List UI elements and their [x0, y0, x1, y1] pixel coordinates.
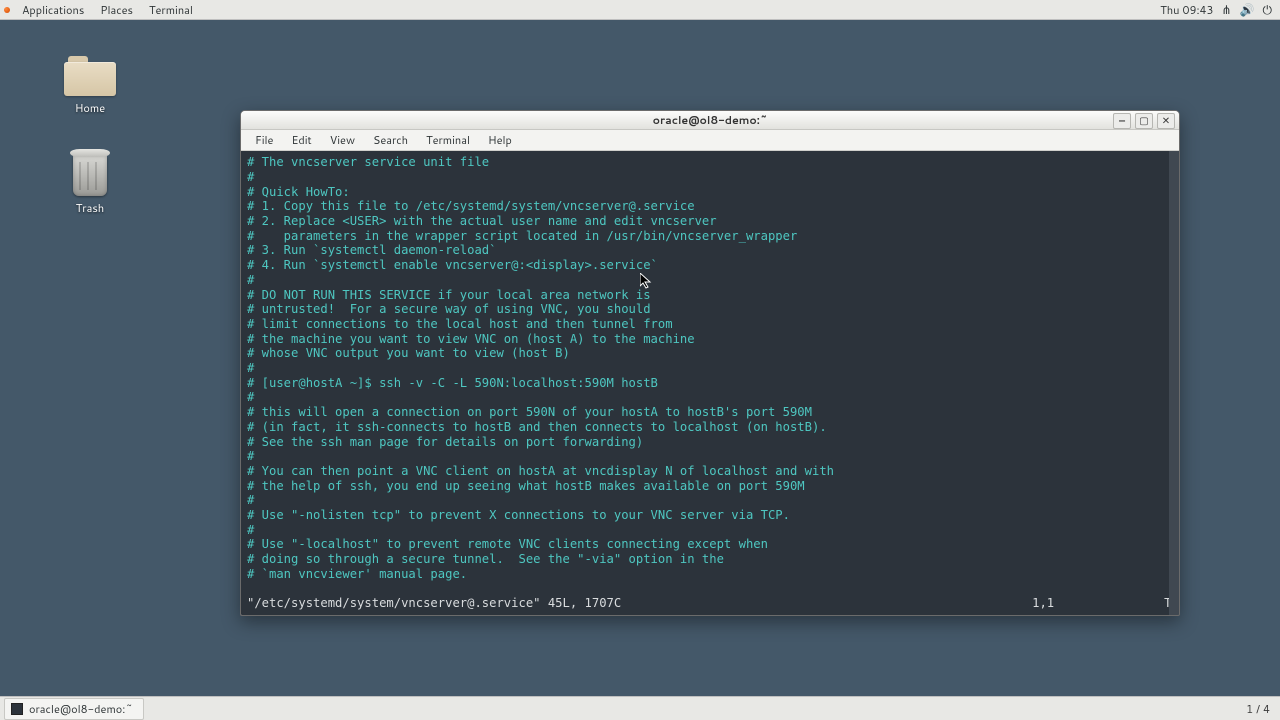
clock[interactable]: Thu 09:43	[1152, 2, 1221, 18]
window-title: oracle@ol8-demo:~	[653, 112, 768, 128]
maximize-button[interactable]: ▢	[1135, 113, 1153, 129]
workspace-indicator[interactable]: 1 / 4	[1240, 701, 1276, 717]
menubar: File Edit View Search Terminal Help	[241, 130, 1179, 151]
desktop-icon-label: Trash	[50, 200, 130, 216]
titlebar[interactable]: oracle@ol8-demo:~ – ▢ ✕	[241, 111, 1179, 130]
bottom-panel: oracle@ol8-demo:~ 1 / 4	[0, 696, 1280, 720]
menu-view[interactable]: View	[322, 130, 363, 150]
desktop-icon-trash[interactable]: Trash	[50, 156, 130, 216]
power-icon[interactable]: ⏻	[1263, 4, 1273, 16]
scrollbar[interactable]	[1169, 151, 1179, 615]
menu-applications[interactable]: Applications	[14, 2, 92, 18]
top-panel: Applications Places Terminal Thu 09:43 ⋔…	[0, 0, 1280, 20]
menu-edit[interactable]: Edit	[283, 130, 319, 150]
terminal-icon	[11, 703, 23, 715]
menu-places[interactable]: Places	[92, 2, 141, 18]
menu-help[interactable]: Help	[480, 130, 520, 150]
taskbar-entry-label: oracle@ol8-demo:~	[29, 701, 133, 717]
menu-terminal[interactable]: Terminal	[141, 2, 201, 18]
volume-icon[interactable]: 🔊	[1240, 4, 1255, 16]
trash-icon	[73, 156, 107, 196]
minimize-button[interactable]: –	[1113, 113, 1131, 129]
folder-icon: ⌂	[64, 56, 116, 96]
desktop-icon-label: Home	[50, 100, 130, 116]
terminal-output[interactable]: # The vncserver service unit file # # Qu…	[241, 151, 1169, 615]
activities-icon	[4, 7, 10, 13]
menu-terminal[interactable]: Terminal	[418, 130, 478, 150]
desktop-icon-home[interactable]: ⌂ Home	[50, 56, 130, 116]
terminal-window: oracle@ol8-demo:~ – ▢ ✕ File Edit View S…	[240, 110, 1180, 616]
network-icon[interactable]: ⋔	[1221, 4, 1231, 16]
close-button[interactable]: ✕	[1157, 113, 1175, 129]
menu-search[interactable]: Search	[365, 130, 416, 150]
menu-file[interactable]: File	[247, 130, 281, 150]
taskbar-entry-terminal[interactable]: oracle@ol8-demo:~	[4, 698, 144, 720]
